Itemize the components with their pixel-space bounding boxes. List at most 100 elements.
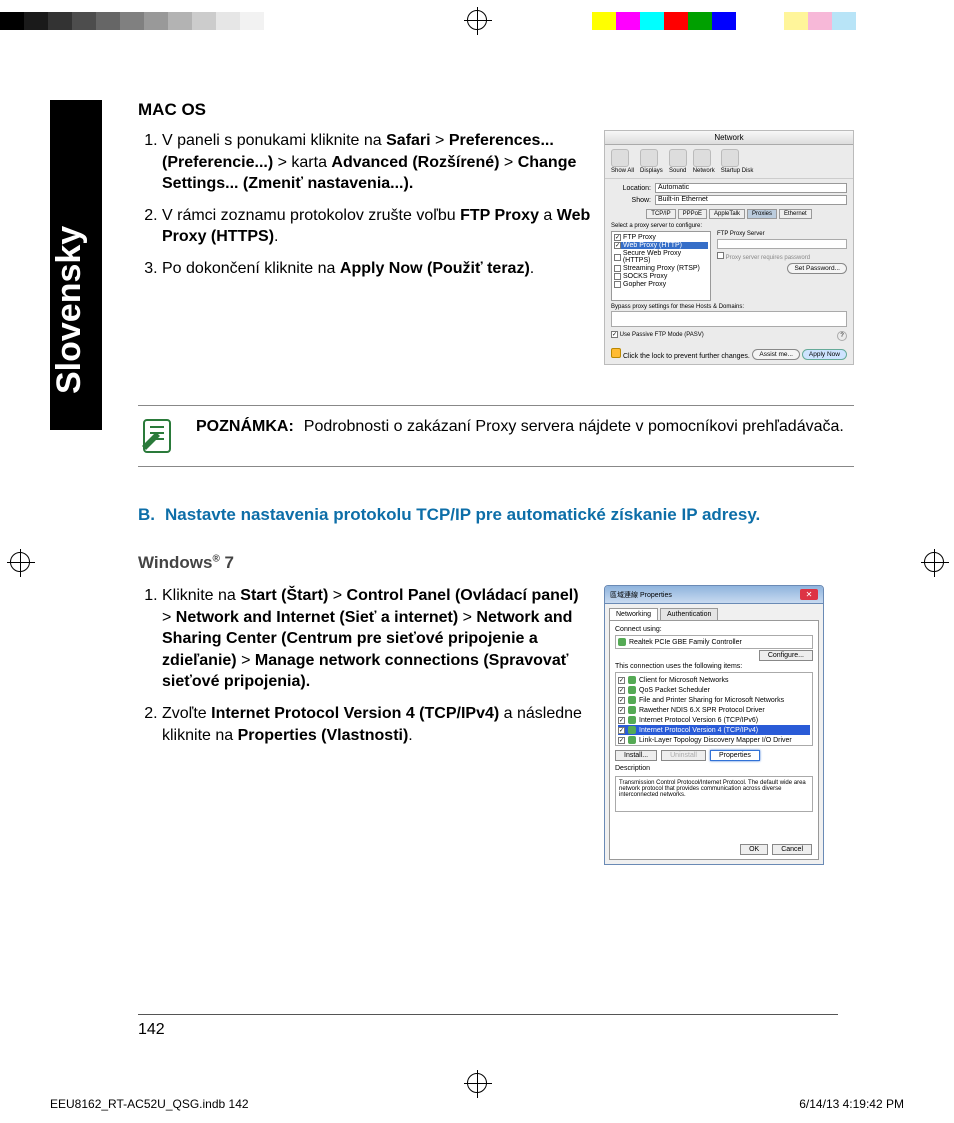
- toolbar-label: Show All: [611, 168, 634, 174]
- mac-tab[interactable]: TCP/IP: [646, 209, 675, 219]
- checkbox[interactable]: ✓: [618, 687, 625, 694]
- set-password-button[interactable]: Set Password...: [787, 263, 847, 274]
- color-swatch: [192, 12, 216, 30]
- checkbox[interactable]: [614, 281, 621, 288]
- pw-checkbox[interactable]: [717, 252, 724, 259]
- mac-steps-list: V paneli s ponukami kliknite na Safari >…: [138, 130, 592, 280]
- protocol-item[interactable]: SOCKS Proxy: [614, 273, 708, 280]
- install-button[interactable]: Install...: [615, 750, 657, 761]
- text: Kliknite na: [162, 587, 240, 604]
- close-icon[interactable]: ✕: [800, 589, 818, 600]
- note-icon: [138, 416, 178, 456]
- protocol-item[interactable]: ✓Web Proxy (HTTP): [614, 242, 708, 249]
- checkbox[interactable]: [614, 265, 621, 272]
- color-swatch: [96, 12, 120, 30]
- mac-tab[interactable]: PPPoE: [678, 209, 707, 219]
- checkbox[interactable]: ✓: [618, 697, 625, 704]
- toolbar-icon[interactable]: [721, 149, 739, 167]
- passive-ftp-checkbox[interactable]: ✓: [611, 331, 618, 338]
- window-title: Network: [605, 131, 853, 145]
- checkbox[interactable]: ✓: [614, 242, 621, 249]
- checkbox[interactable]: ✓: [618, 727, 625, 734]
- assist-me-button[interactable]: Assist me...: [752, 349, 800, 360]
- connection-item[interactable]: ✓ Link-Layer Topology Discovery Mapper I/…: [618, 735, 810, 745]
- mac-tab[interactable]: Proxies: [747, 209, 777, 219]
- connection-item[interactable]: ✓QoS Packet Scheduler: [618, 685, 810, 695]
- color-swatch: [616, 12, 640, 30]
- cancel-button[interactable]: Cancel: [772, 844, 812, 855]
- protocol-item[interactable]: Secure Web Proxy (HTTPS): [614, 250, 708, 264]
- color-swatch: [592, 12, 616, 30]
- tab-networking[interactable]: Networking: [609, 608, 658, 620]
- toolbar-label: Network: [693, 168, 715, 174]
- text: .: [274, 228, 278, 245]
- connection-item[interactable]: ✓Rawether NDIS 6.X SPR Protocol Driver: [618, 705, 810, 715]
- text: >: [499, 154, 517, 171]
- text: V rámci zoznamu protokolov zrušte voľbu: [162, 207, 460, 224]
- connection-item[interactable]: ✓Link-Layer Topology Discovery Responder: [618, 745, 810, 746]
- toolbar-label: Displays: [640, 168, 663, 174]
- win-steps-list: Kliknite na Start (Štart) > Control Pane…: [138, 585, 592, 746]
- text: Click the lock to prevent further change…: [623, 353, 750, 360]
- configure-button[interactable]: Configure...: [759, 650, 813, 661]
- toolbar-icon[interactable]: [669, 149, 687, 167]
- item-icon: [628, 676, 636, 684]
- uninstall-button[interactable]: Uninstall: [661, 750, 706, 761]
- mac-step-3: Po dokončení kliknite na Apply Now (Použ…: [162, 258, 592, 280]
- text: Streaming Proxy (RTSP): [623, 265, 700, 272]
- bypass-field[interactable]: [611, 311, 847, 327]
- text: V paneli s ponukami kliknite na: [162, 132, 386, 149]
- section-b-heading: B.Nastavte nastavenia protokolu TCP/IP p…: [138, 505, 854, 525]
- text: Link-Layer Topology Discovery Mapper I/O…: [639, 737, 792, 744]
- protocol-item[interactable]: Streaming Proxy (RTSP): [614, 265, 708, 272]
- toolbar-icon[interactable]: [611, 149, 629, 167]
- ok-button[interactable]: OK: [740, 844, 768, 855]
- mac-tab[interactable]: Ethernet: [779, 209, 812, 219]
- text: >: [328, 587, 346, 604]
- footer-file: EEU8162_RT-AC52U_QSG.indb 142: [50, 1097, 249, 1111]
- checkbox[interactable]: ✓: [614, 234, 621, 241]
- tab-authentication[interactable]: Authentication: [660, 608, 718, 620]
- checkbox[interactable]: [614, 254, 621, 261]
- text: FTP Proxy: [460, 207, 539, 224]
- toolbar-label: Startup Disk: [721, 168, 754, 174]
- windows-heading: Windows® 7: [138, 553, 854, 573]
- text: Safari: [386, 132, 430, 149]
- help-icon[interactable]: ?: [837, 331, 847, 341]
- connection-item[interactable]: ✓ Internet Protocol Version 4 (TCP/IPv4): [618, 725, 810, 735]
- protocol-item[interactable]: ✓FTP Proxy: [614, 234, 708, 241]
- toolbar-icon[interactable]: [693, 149, 711, 167]
- mac-tab[interactable]: AppleTalk: [709, 209, 745, 219]
- item-icon: [628, 696, 636, 704]
- connection-item[interactable]: ✓Internet Protocol Version 6 (TCP/IPv6): [618, 715, 810, 725]
- checkbox[interactable]: [614, 273, 621, 280]
- connection-item[interactable]: ✓ Client for Microsoft Networks: [618, 675, 810, 685]
- text: Client for Microsoft Networks: [639, 677, 728, 684]
- lock-icon[interactable]: [611, 348, 621, 358]
- protocol-list[interactable]: ✓FTP Proxy✓Web Proxy (HTTP)Secure Web Pr…: [611, 231, 711, 301]
- text: Zvoľte: [162, 705, 211, 722]
- checkbox[interactable]: ✓: [618, 677, 625, 684]
- toolbar-icon[interactable]: [640, 149, 658, 167]
- note-text: Podrobnosti o zakázaní Proxy servera náj…: [304, 418, 844, 435]
- checkbox[interactable]: ✓: [618, 737, 625, 744]
- bypass-label: Bypass proxy settings for these Hosts & …: [611, 304, 847, 310]
- proxy-address-field[interactable]: [717, 239, 847, 249]
- location-select[interactable]: Automatic: [655, 183, 847, 193]
- mac-toolbar: Show AllDisplaysSoundNetworkStartup Disk: [605, 145, 853, 179]
- text: Properties (Vlastnosti): [238, 727, 409, 744]
- text: Windows: [138, 553, 212, 572]
- text: Internet Protocol Version 4 (TCP/IPv4): [639, 727, 758, 734]
- show-select[interactable]: Built-in Ethernet: [655, 195, 847, 205]
- text: >: [458, 609, 476, 626]
- text: >: [162, 609, 176, 626]
- description-text: Transmission Control Protocol/Internet P…: [615, 776, 813, 812]
- connection-item[interactable]: ✓File and Printer Sharing for Microsoft …: [618, 695, 810, 705]
- apply-now-button[interactable]: Apply Now: [802, 349, 847, 360]
- properties-button[interactable]: Properties: [710, 750, 760, 761]
- protocol-item[interactable]: Gopher Proxy: [614, 281, 708, 288]
- lock-row: Click the lock to prevent further change…: [611, 348, 750, 360]
- checkbox[interactable]: ✓: [618, 717, 625, 724]
- connection-items-list[interactable]: ✓ Client for Microsoft Networks✓QoS Packe…: [615, 672, 813, 746]
- checkbox[interactable]: ✓: [618, 707, 625, 714]
